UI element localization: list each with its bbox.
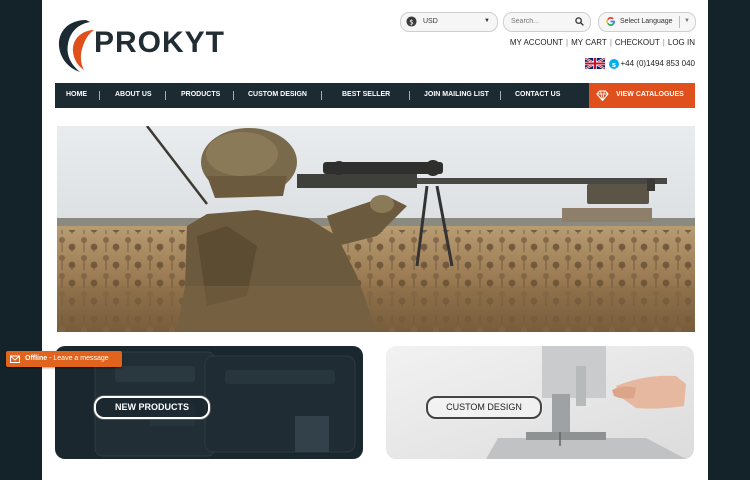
my-cart-link[interactable]: MY CART — [571, 38, 607, 47]
search-box — [503, 12, 591, 32]
contact-line: s +44 (0)1494 853 040 — [585, 58, 695, 71]
log-in-link[interactable]: LOG IN — [668, 38, 695, 47]
language-label: Select Language — [620, 18, 673, 25]
diamond-icon — [596, 90, 609, 101]
chevron-down-icon: ▼ — [484, 18, 490, 24]
nav-item-products[interactable]: PRODUCTS — [181, 91, 220, 98]
language-selector[interactable]: Select Language ▼ — [598, 12, 696, 32]
view-catalogues-button[interactable]: VIEW CATALOGUES — [589, 83, 695, 108]
search-icon[interactable] — [575, 17, 584, 26]
uk-flag-icon — [585, 58, 606, 69]
phone-number[interactable]: +44 (0)1494 853 040 — [620, 59, 695, 68]
my-account-link[interactable]: MY ACCOUNT — [510, 38, 563, 47]
svg-text:$: $ — [409, 17, 414, 26]
account-links: MY ACCOUNT | MY CART | CHECKOUT | LOG IN — [509, 38, 695, 47]
chat-message: - Leave a message — [49, 355, 109, 362]
search-input[interactable] — [511, 16, 567, 27]
page-container: PROKYT $ USD ▼ Select Language ▼ MY ACCO… — [42, 0, 708, 480]
currency-value: USD — [423, 18, 438, 25]
nav-item-best-seller[interactable]: BEST SELLER — [342, 91, 390, 98]
currency-selector[interactable]: $ USD ▼ — [400, 12, 498, 32]
new-products-button[interactable]: NEW PRODUCTS — [94, 396, 210, 419]
chat-status: Offline — [25, 355, 48, 362]
svg-text:s: s — [612, 60, 616, 68]
view-catalogues-label: VIEW CATALOGUES — [616, 91, 684, 98]
custom-design-tile[interactable]: CUSTOM DESIGN — [386, 346, 694, 459]
nav-item-contact-us[interactable]: CONTACT US — [515, 91, 560, 98]
custom-design-button[interactable]: CUSTOM DESIGN — [426, 396, 542, 419]
google-icon — [606, 16, 616, 27]
nav-item-about-us[interactable]: ABOUT US — [115, 91, 152, 98]
logo-swoosh-icon — [58, 20, 94, 72]
money-icon: $ — [406, 16, 417, 27]
skype-icon[interactable]: s — [609, 58, 620, 69]
site-logo[interactable]: PROKYT — [56, 16, 224, 74]
chat-label: Offline - Leave a message — [25, 355, 109, 362]
nav-item-home[interactable]: HOME — [66, 91, 87, 98]
checkout-link[interactable]: CHECKOUT — [615, 38, 660, 47]
envelope-icon — [10, 355, 20, 363]
brand-name: PROKYT — [94, 26, 226, 59]
nav-item-custom-design[interactable]: CUSTOM DESIGN — [248, 91, 307, 98]
language-divider — [679, 16, 680, 28]
live-chat-badge[interactable]: Offline - Leave a message — [6, 351, 122, 367]
hero-banner-image[interactable] — [57, 126, 695, 332]
nav-item-join-mailing-list[interactable]: JOIN MAILING LIST — [424, 91, 489, 98]
chevron-down-icon: ▼ — [684, 18, 690, 24]
